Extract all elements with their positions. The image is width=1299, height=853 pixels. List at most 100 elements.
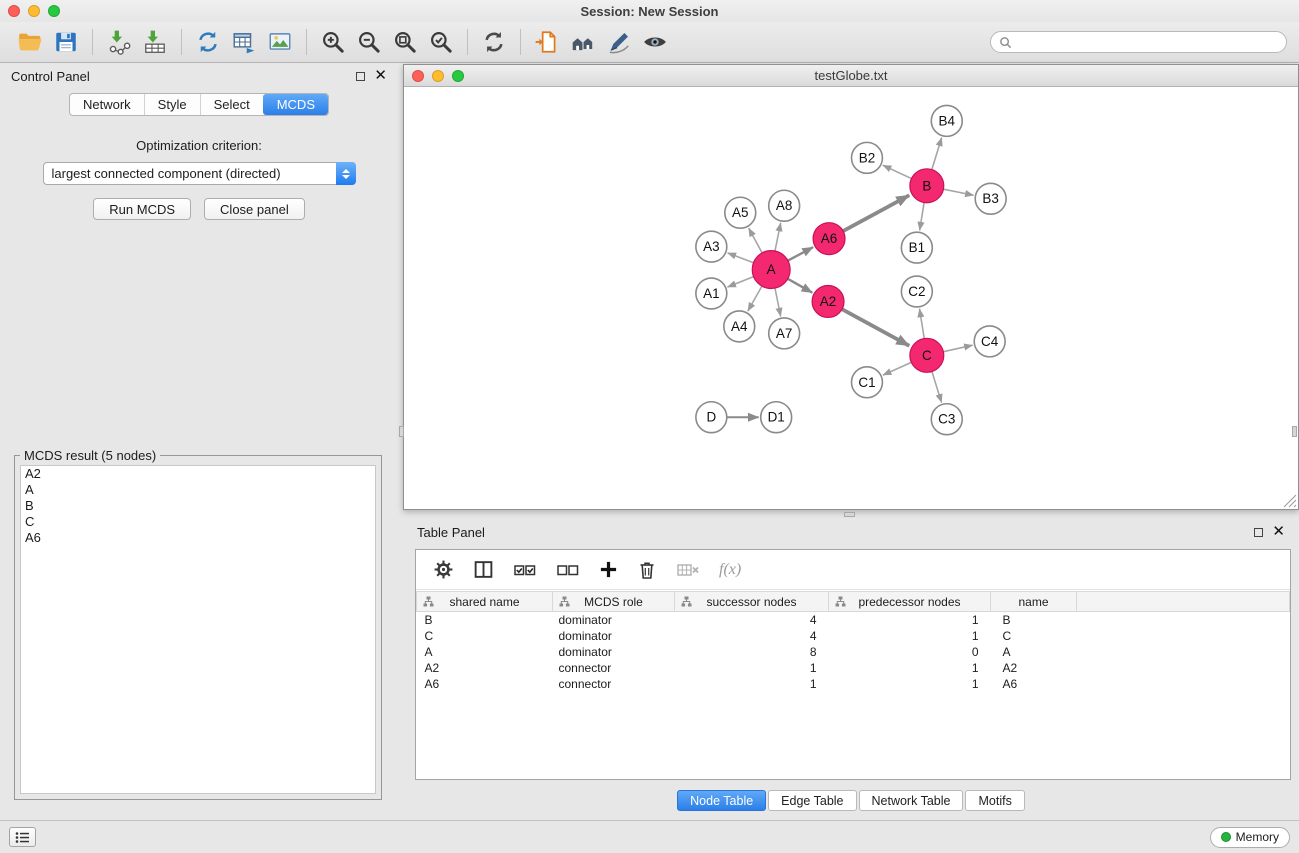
graph-edge-B-B4[interactable]: [932, 138, 942, 170]
graph-node-A3[interactable]: A3: [696, 231, 727, 262]
graph-node-C1[interactable]: C1: [851, 367, 882, 398]
graph-edge-A-A3[interactable]: [728, 253, 754, 263]
task-history-button[interactable]: [9, 827, 36, 847]
graph-edge-C-C2[interactable]: [920, 309, 925, 339]
close-window-button[interactable]: [8, 5, 20, 17]
delete-column-button[interactable]: [637, 560, 657, 580]
table-cell[interactable]: 1: [829, 628, 991, 644]
graph-node-A7[interactable]: A7: [769, 318, 800, 349]
graph-edge-B-B3[interactable]: [943, 189, 973, 195]
graph-edge-C-C4[interactable]: [943, 345, 972, 351]
show-columns-button[interactable]: [473, 559, 494, 580]
table-cell[interactable]: A6: [417, 676, 553, 692]
graph-node-B3[interactable]: B3: [975, 183, 1006, 214]
table-cell[interactable]: 4: [675, 628, 829, 644]
tab-network-table[interactable]: Network Table: [859, 790, 964, 811]
splitter-grip[interactable]: [1292, 426, 1297, 437]
graph-edge-A-A8[interactable]: [775, 223, 781, 251]
graph-edge-A-A1[interactable]: [727, 277, 753, 287]
table-cell[interactable]: 1: [675, 660, 829, 676]
graph-edge-A-A2[interactable]: [788, 279, 813, 293]
column-header-name[interactable]: name: [991, 592, 1077, 612]
table-cell[interactable]: dominator: [553, 644, 675, 660]
table-cell[interactable]: 4: [675, 612, 829, 629]
table-cell[interactable]: C: [417, 628, 553, 644]
zoom-selected-button[interactable]: [423, 25, 459, 59]
open-recent-file-button[interactable]: [529, 25, 565, 59]
select-all-rows-button[interactable]: [513, 561, 537, 579]
close-table-panel-icon[interactable]: ✕: [1272, 527, 1285, 537]
graph-edge-C-C3[interactable]: [932, 372, 942, 403]
table-cell[interactable]: dominator: [553, 628, 675, 644]
minimize-window-button[interactable]: [28, 5, 40, 17]
network-graph[interactable]: B4B2BB3A5A8A6A3B1AC2A1A2A4A7C4CC1DD1C3: [404, 88, 1298, 509]
search-field[interactable]: [990, 31, 1287, 53]
graph-node-B4[interactable]: B4: [931, 105, 962, 136]
table-cell[interactable]: A6: [991, 676, 1077, 692]
table-cell[interactable]: B: [417, 612, 553, 629]
memory-button[interactable]: Memory: [1210, 827, 1290, 848]
show-graphics-details-button[interactable]: [637, 25, 673, 59]
zoom-fit-button[interactable]: [387, 25, 423, 59]
graph-node-A5[interactable]: A5: [725, 197, 756, 228]
table-row[interactable]: Cdominator41C: [417, 628, 1290, 644]
network-canvas[interactable]: B4B2BB3A5A8A6A3B1AC2A1A2A4A7C4CC1DD1C3: [404, 88, 1298, 509]
import-table-from-url-button[interactable]: [226, 25, 262, 59]
column-header-mcds-role[interactable]: MCDS role: [553, 592, 675, 612]
table-row[interactable]: A2connector11A2: [417, 660, 1290, 676]
save-session-button[interactable]: [48, 25, 84, 59]
optimization-criterion-select[interactable]: largest connected component (directed): [43, 162, 356, 185]
table-settings-button[interactable]: [433, 559, 454, 580]
column-header-shared-name[interactable]: shared name: [417, 592, 553, 612]
graph-node-A6[interactable]: A6: [813, 223, 845, 255]
tab-mcds[interactable]: MCDS: [263, 94, 328, 115]
graph-node-B[interactable]: B: [910, 169, 944, 203]
run-mcds-button[interactable]: Run MCDS: [93, 198, 191, 220]
table-cell[interactable]: A: [417, 644, 553, 660]
zoom-out-button[interactable]: [351, 25, 387, 59]
table-cell[interactable]: 1: [675, 676, 829, 692]
refresh-button[interactable]: [476, 25, 512, 59]
graph-node-D[interactable]: D: [696, 402, 727, 433]
graph-edge-A-A6[interactable]: [788, 247, 813, 260]
table-cell[interactable]: dominator: [553, 612, 675, 629]
splitter-grip[interactable]: [844, 512, 855, 517]
tab-select[interactable]: Select: [200, 94, 263, 115]
tab-network[interactable]: Network: [70, 94, 144, 115]
graph-node-D1[interactable]: D1: [761, 402, 792, 433]
table-row[interactable]: Bdominator41B: [417, 612, 1290, 629]
deselect-all-rows-button[interactable]: [556, 561, 580, 579]
column-header-successor-nodes[interactable]: successor nodes: [675, 592, 829, 612]
close-panel-icon[interactable]: ✕: [374, 71, 387, 81]
graph-node-B2[interactable]: B2: [851, 142, 882, 173]
open-session-button[interactable]: [12, 25, 48, 59]
graph-edge-A6-B[interactable]: [843, 195, 909, 231]
graph-edge-B-B2[interactable]: [883, 165, 912, 178]
table-cell[interactable]: connector: [553, 676, 675, 692]
table-row[interactable]: Adominator80A: [417, 644, 1290, 660]
function-builder-button[interactable]: f(x): [719, 561, 741, 579]
result-item[interactable]: A2: [21, 466, 375, 482]
table-cell[interactable]: A2: [991, 660, 1077, 676]
column-header-predecessor-nodes[interactable]: predecessor nodes: [829, 592, 991, 612]
graph-node-A8[interactable]: A8: [769, 190, 800, 221]
network-from-url-button[interactable]: [190, 25, 226, 59]
splitter-grip[interactable]: [399, 426, 404, 437]
table-cell[interactable]: C: [991, 628, 1077, 644]
import-network-from-file-button[interactable]: [101, 25, 137, 59]
graph-edge-A-A5[interactable]: [749, 228, 762, 253]
table-cell[interactable]: 0: [829, 644, 991, 660]
graph-node-A1[interactable]: A1: [696, 278, 727, 309]
graph-edge-C-C1[interactable]: [883, 362, 911, 375]
graph-node-C4[interactable]: C4: [974, 326, 1005, 357]
table-cell[interactable]: 8: [675, 644, 829, 660]
export-image-button[interactable]: [262, 25, 298, 59]
graph-edge-A-A7[interactable]: [775, 288, 781, 316]
zoom-in-button[interactable]: [315, 25, 351, 59]
table-cell[interactable]: 1: [829, 676, 991, 692]
table-cell[interactable]: B: [991, 612, 1077, 629]
window-resize-grip[interactable]: [1283, 494, 1297, 508]
zoom-window-button[interactable]: [48, 5, 60, 17]
table-cell[interactable]: 1: [829, 660, 991, 676]
tab-node-table[interactable]: Node Table: [677, 790, 766, 811]
